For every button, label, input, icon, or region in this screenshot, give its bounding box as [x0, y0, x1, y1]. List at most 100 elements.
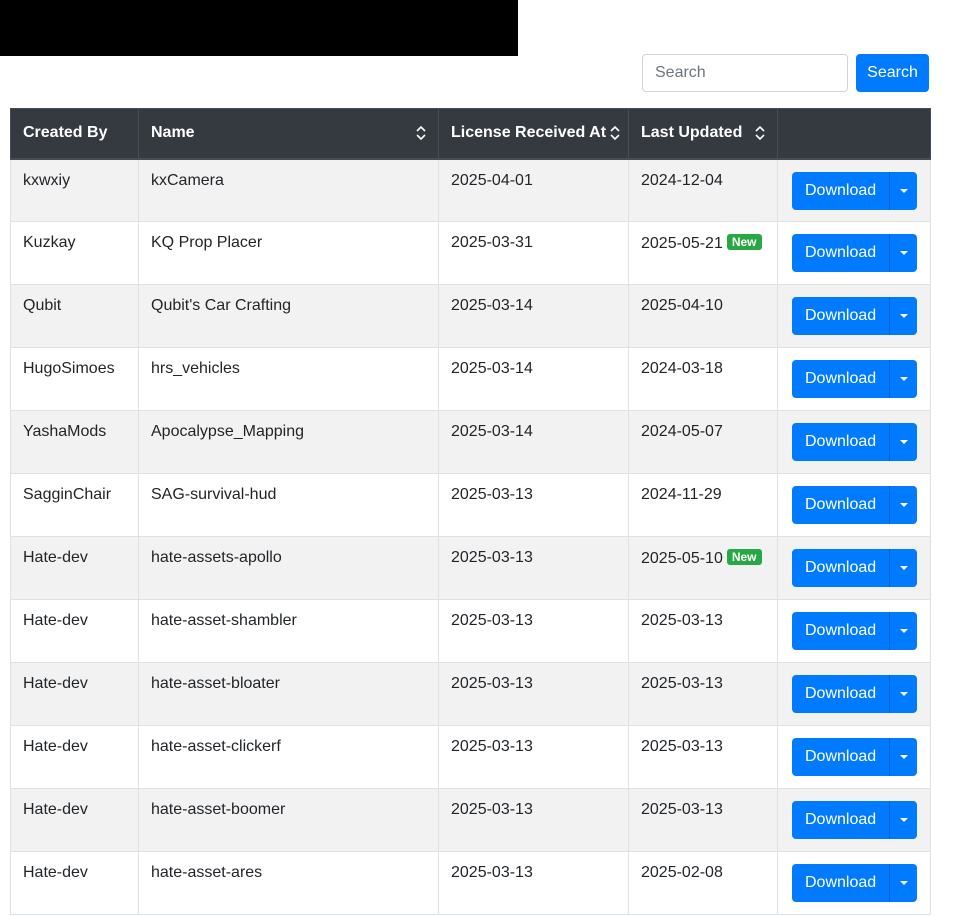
cell-name: hate-asset-shambler [138, 599, 439, 663]
cell-actions: Download [777, 851, 931, 915]
created-by-text: Hate-dev [23, 612, 88, 629]
download-button-group: Download [792, 675, 918, 713]
column-header-last-updated[interactable]: Last Updated [628, 108, 778, 160]
column-header-label: Name [151, 124, 195, 142]
cell-created-by: Hate-dev [10, 788, 139, 852]
download-button[interactable]: Download [792, 171, 890, 210]
download-dropdown-toggle[interactable] [889, 423, 918, 461]
table-row: Hate-dev hate-asset-boomer 2025-03-13 2025-… [10, 788, 931, 852]
cell-name: hate-asset-boomer [138, 788, 439, 852]
cell-actions: Download [777, 788, 931, 852]
download-button-group: Download [792, 360, 918, 398]
download-button[interactable]: Download [792, 360, 890, 398]
download-dropdown-toggle[interactable] [889, 234, 918, 272]
cell-license-received-at: 2025-03-13 [438, 788, 629, 852]
download-button[interactable]: Download [792, 234, 890, 272]
last-updated-text: 2024-11-29 [641, 486, 722, 503]
cell-name: hate-assets-apollo [138, 536, 439, 600]
download-button[interactable]: Download [792, 486, 890, 524]
cell-created-by: Hate-dev [10, 851, 139, 915]
table-header-row: Created By Name License Received At Last… [10, 108, 931, 160]
sort-icon[interactable] [416, 126, 426, 141]
cell-last-updated: 2024-12-04 [628, 158, 778, 222]
cell-actions: Download [777, 599, 931, 663]
caret-down-icon [899, 314, 908, 318]
download-dropdown-toggle[interactable] [889, 171, 918, 210]
cell-created-by: Hate-dev [10, 725, 139, 789]
cell-last-updated: 2025-05-21 New [628, 221, 778, 285]
licenses-table: Created By Name License Received At Last… [10, 108, 931, 915]
download-button[interactable]: Download [792, 864, 890, 902]
cell-license-received-at: 2025-03-13 [438, 851, 629, 915]
cell-name: Qubit's Car Crafting [138, 284, 439, 348]
created-by-text: Hate-dev [23, 864, 88, 881]
cell-license-received-at: 2025-03-13 [438, 662, 629, 726]
cell-created-by: Kuzkay [10, 221, 139, 285]
license-date-text: 2025-04-01 [451, 171, 533, 189]
created-by-text: kxwxiy [23, 171, 71, 189]
download-button-group: Download [792, 864, 918, 902]
table-body: kxwxiy kxCamera 2025-04-01 2024-12-04 Downlo… [10, 158, 931, 915]
license-date-text: 2025-03-13 [451, 738, 533, 755]
column-header-label: Created By [23, 124, 108, 142]
download-button[interactable]: Download [792, 549, 890, 587]
download-dropdown-toggle[interactable] [889, 486, 918, 524]
sort-icon[interactable] [610, 126, 620, 141]
last-updated-text: 2025-03-13 [641, 801, 723, 818]
cell-last-updated: 2025-05-10 New [628, 536, 778, 600]
download-dropdown-toggle[interactable] [889, 864, 918, 902]
download-button-group: Download [792, 171, 918, 210]
download-dropdown-toggle[interactable] [889, 801, 918, 839]
download-button[interactable]: Download [792, 423, 890, 461]
search-input[interactable] [642, 54, 848, 92]
column-header-name[interactable]: Name [138, 108, 439, 160]
last-updated-text: 2025-03-13 [641, 738, 723, 755]
download-dropdown-toggle[interactable] [889, 297, 918, 335]
cell-actions: Download [777, 284, 931, 348]
download-dropdown-toggle[interactable] [889, 360, 918, 398]
cell-name: hate-asset-ares [138, 851, 439, 915]
license-date-text: 2025-03-13 [451, 549, 533, 566]
resource-name-text: hate-asset-shambler [151, 612, 297, 629]
resource-name-text: Apocalypse_Mapping [151, 423, 304, 440]
download-button-group: Download [792, 423, 918, 461]
cell-license-received-at: 2025-03-13 [438, 599, 629, 663]
cell-actions: Download [777, 158, 931, 222]
cell-actions: Download [777, 725, 931, 789]
table-row: Hate-dev hate-asset-shambler 2025-03-13 202… [10, 599, 931, 663]
last-updated-text: 2024-05-07 [641, 423, 723, 440]
download-button[interactable]: Download [792, 738, 890, 776]
download-button-group: Download [792, 612, 918, 650]
download-button[interactable]: Download [792, 675, 890, 713]
download-button[interactable]: Download [792, 297, 890, 335]
column-header-label: Last Updated [641, 124, 743, 142]
cell-last-updated: 2025-03-13 [628, 725, 778, 789]
caret-down-icon [899, 629, 908, 633]
download-dropdown-toggle[interactable] [889, 549, 918, 587]
cell-last-updated: 2025-03-13 [628, 599, 778, 663]
last-updated-text: 2025-05-21 [641, 235, 723, 252]
cell-actions: Download [777, 347, 931, 411]
last-updated-text: 2024-12-04 [641, 171, 723, 189]
download-dropdown-toggle[interactable] [889, 738, 918, 776]
cell-name: SAG-survival-hud [138, 473, 439, 537]
license-date-text: 2025-03-14 [451, 297, 533, 314]
column-header-license-received-at[interactable]: License Received At [438, 108, 629, 160]
cell-created-by: Hate-dev [10, 536, 139, 600]
last-updated-text: 2025-04-10 [641, 297, 723, 314]
search-button[interactable]: Search [856, 54, 929, 92]
license-date-text: 2025-03-14 [451, 423, 533, 440]
cell-last-updated: 2024-03-18 [628, 347, 778, 411]
download-button[interactable]: Download [792, 612, 890, 650]
sort-icon[interactable] [755, 126, 765, 141]
download-button[interactable]: Download [792, 801, 890, 839]
table-row: kxwxiy kxCamera 2025-04-01 2024-12-04 Downlo… [10, 158, 931, 222]
created-by-text: YashaMods [23, 423, 107, 440]
download-dropdown-toggle[interactable] [889, 612, 918, 650]
license-date-text: 2025-03-13 [451, 801, 533, 818]
caret-down-icon [899, 692, 908, 696]
download-button-group: Download [792, 486, 918, 524]
download-dropdown-toggle[interactable] [889, 675, 918, 713]
caret-down-icon [899, 818, 908, 822]
table-row: Hate-dev hate-assets-apollo 2025-03-13 2025… [10, 536, 931, 600]
